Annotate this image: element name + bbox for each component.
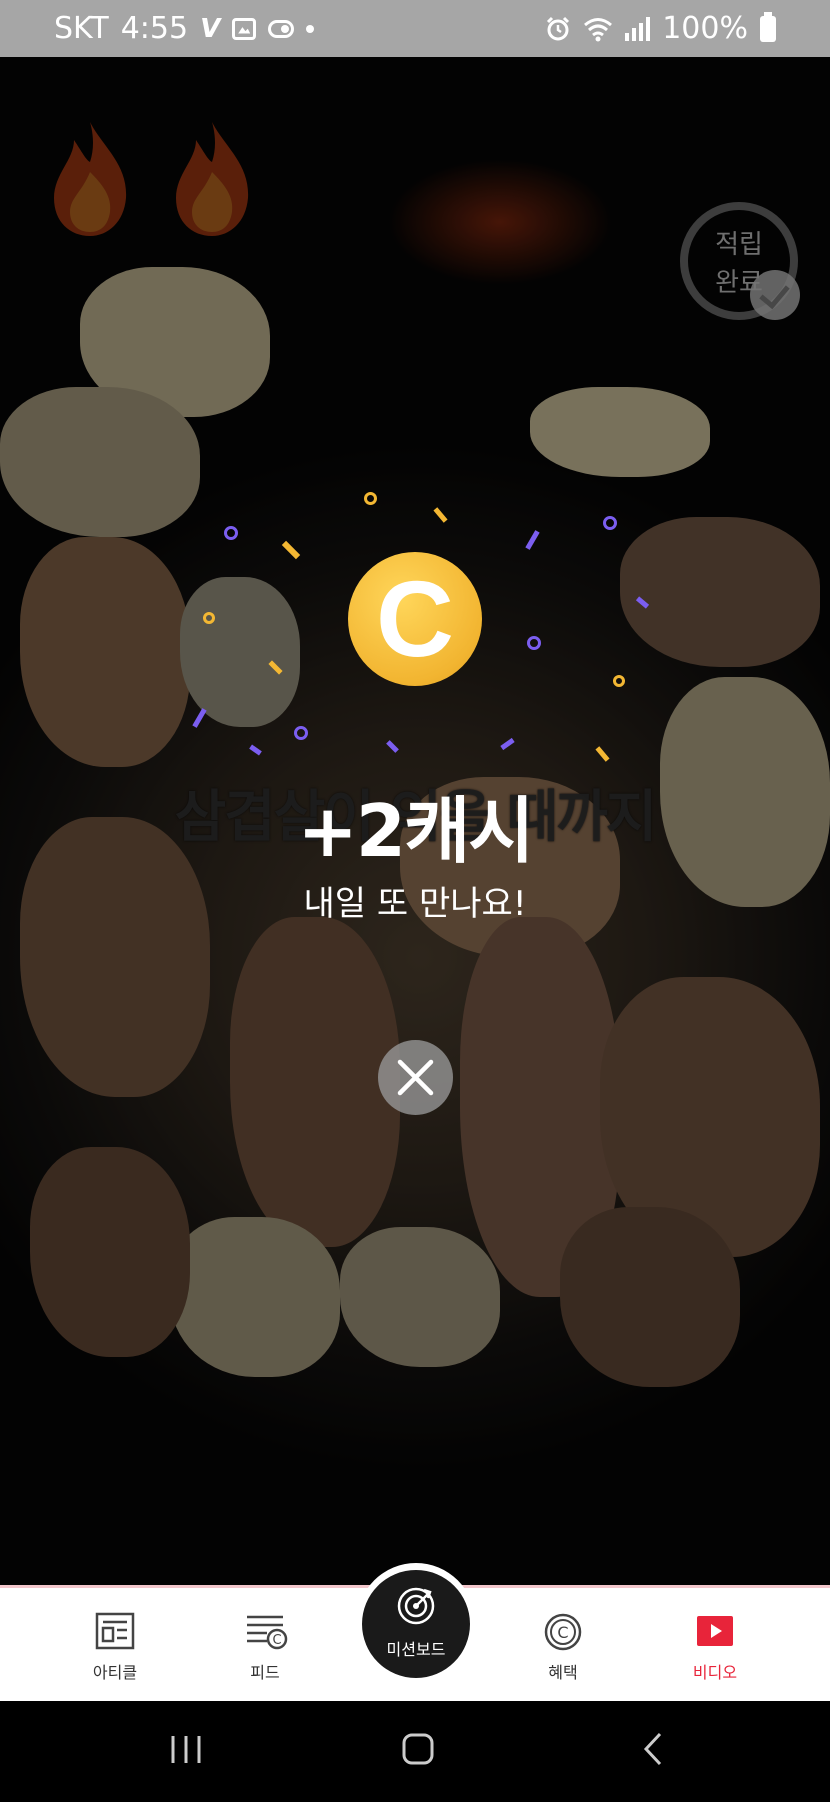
dot-icon — [306, 24, 315, 33]
status-bar: SKT 4:55 V 100% — [0, 0, 830, 57]
recent-apps-button[interactable] — [126, 1701, 246, 1798]
battery-text: 100% — [662, 11, 748, 46]
back-button[interactable] — [592, 1701, 712, 1798]
recent-apps-icon — [171, 1736, 201, 1763]
nav-label-feed: 피드 — [250, 1663, 280, 1682]
reward-message: 내일 또 만나요! — [303, 884, 527, 924]
status-right: 100% — [545, 11, 776, 46]
nav-item-benefit[interactable]: C 혜택 — [503, 1588, 623, 1701]
home-icon — [402, 1733, 434, 1765]
clock-text: 4:55 — [120, 11, 189, 46]
svg-text:C: C — [557, 1623, 568, 1642]
nav-label-article: 아티클 — [92, 1663, 138, 1682]
nav-label-benefit: 혜택 — [548, 1663, 578, 1682]
nav-label-video: 비디오 — [692, 1663, 738, 1682]
status-left: SKT 4:55 V — [54, 11, 315, 46]
nav-item-feed[interactable]: C 피드 — [205, 1588, 325, 1701]
system-nav-bar — [0, 1701, 830, 1798]
battery-icon — [760, 11, 776, 42]
cash-coin-icon: C — [544, 1613, 582, 1651]
nav-label-missionboard: 미션보드 — [386, 1640, 446, 1659]
video-play-icon — [697, 1616, 733, 1646]
gallery-icon — [232, 17, 257, 40]
carrier-text: SKT — [54, 11, 109, 46]
feed-icon: C — [247, 1615, 288, 1650]
home-button[interactable] — [358, 1701, 478, 1798]
target-icon — [397, 1587, 435, 1625]
back-icon — [643, 1732, 662, 1766]
signal-icon — [625, 16, 651, 41]
coin-letter: C — [376, 558, 454, 679]
nav-item-missionboard[interactable]: 미션보드 — [362, 1570, 470, 1678]
nav-item-article[interactable]: 아티클 — [55, 1588, 175, 1701]
svg-text:C: C — [272, 1633, 281, 1648]
cash-coin-icon: C — [348, 552, 482, 686]
alarm-icon — [547, 16, 570, 40]
fire-icon — [54, 122, 127, 236]
nav-item-video[interactable]: 비디오 — [655, 1588, 775, 1701]
toggle-icon — [268, 19, 295, 38]
close-button[interactable] — [378, 1040, 453, 1115]
v-app-icon: V — [197, 13, 223, 44]
wifi-icon — [584, 17, 613, 41]
reward-amount: +2캐시 — [297, 789, 535, 873]
close-icon — [397, 1059, 434, 1096]
check-icon — [750, 270, 800, 320]
article-icon — [95, 1612, 135, 1650]
fire-icon — [176, 122, 249, 236]
